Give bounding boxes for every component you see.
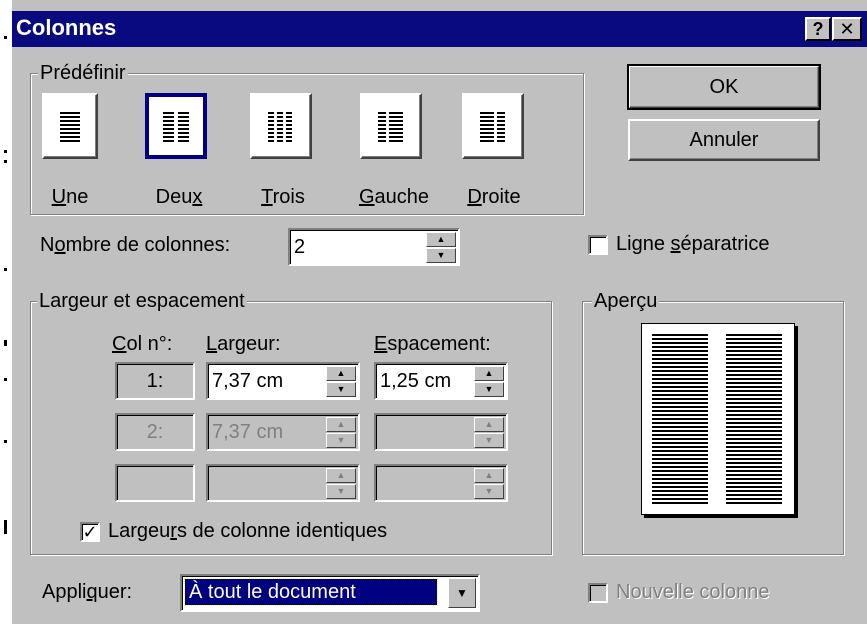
apply-label: Appliquer: [42, 581, 133, 603]
apply-select-value: À tout le document [184, 578, 438, 606]
checkmark-icon: ✓ [82, 522, 98, 542]
spin-down-icon[interactable]: ▼ [326, 484, 356, 499]
spin-down-icon[interactable]: ▼ [426, 248, 456, 263]
column-count-input[interactable]: 2 ▲ ▼ [288, 228, 460, 266]
width-spinner-3[interactable]: ▲ ▼ [326, 468, 356, 499]
width-input-2[interactable]: 7,37 cm ▲ ▼ [206, 413, 360, 451]
presets-group-label: Prédéfinir [38, 62, 128, 84]
preset-right-label: Droite [467, 186, 521, 208]
spacing-spinner-2[interactable]: ▲ ▼ [474, 417, 504, 448]
two-columns-icon [163, 112, 174, 144]
spin-up-icon[interactable]: ▲ [326, 417, 356, 432]
right-columns-icon [480, 112, 494, 144]
title-bar[interactable]: Colonnes ? ✕ [12, 11, 867, 47]
new-column-checkbox[interactable] [588, 583, 608, 603]
separator-line-checkbox[interactable] [588, 235, 608, 255]
spin-up-icon[interactable]: ▲ [474, 366, 504, 381]
spacing-input-3[interactable]: ▲ ▼ [374, 464, 508, 502]
column-count-label: Nombre de colonnes: [40, 234, 231, 256]
spin-down-icon[interactable]: ▼ [474, 433, 504, 448]
preview-column-left [652, 334, 708, 506]
spin-up-icon[interactable]: ▲ [326, 366, 356, 381]
column-count-spinner[interactable]: ▲ ▼ [426, 232, 456, 263]
width-input-3[interactable]: ▲ ▼ [206, 464, 360, 502]
preset-one-label: Une [51, 186, 89, 208]
one-column-icon [60, 112, 80, 144]
spin-up-icon[interactable]: ▲ [474, 417, 504, 432]
preset-one-column[interactable] [42, 93, 98, 159]
equal-widths-checkbox[interactable]: ✓ [80, 522, 100, 542]
ok-button[interactable]: OK [627, 64, 821, 110]
separator-line-label: Ligne séparatrice [616, 233, 770, 255]
preview-group-label: Aperçu [592, 290, 660, 312]
columns-dialog: Colonnes ? ✕ Prédéfinir Une Deux Trois G… [12, 0, 867, 624]
width-header: Largeur: [206, 333, 281, 355]
close-icon: ✕ [839, 19, 855, 39]
chevron-down-icon[interactable]: ▼ [448, 578, 476, 608]
preset-left[interactable] [360, 93, 422, 159]
width-input-1[interactable]: 7,37 cm ▲ ▼ [206, 362, 360, 400]
col-number-2: 2: [115, 413, 195, 451]
strip-mark [4, 36, 7, 39]
spin-down-icon[interactable]: ▼ [326, 382, 356, 397]
strip-mark [4, 440, 7, 443]
col-number-header: Col n°: [112, 333, 173, 355]
help-icon: ? [812, 19, 824, 39]
preset-left-label: Gauche [358, 186, 430, 208]
preview-column-right [726, 334, 782, 506]
spin-down-icon[interactable]: ▼ [326, 433, 356, 448]
preset-two-label: Deux [155, 186, 203, 208]
left-columns-icon [378, 112, 386, 144]
spin-down-icon[interactable]: ▼ [474, 484, 504, 499]
strip-mark [4, 520, 7, 534]
width-spinner-1[interactable]: ▲ ▼ [326, 366, 356, 397]
strip-mark [4, 268, 7, 271]
spacing-input-2[interactable]: ▲ ▼ [374, 413, 508, 451]
strip-mark [4, 340, 7, 346]
spin-down-icon[interactable]: ▼ [474, 382, 504, 397]
background-strip [0, 0, 12, 624]
help-button[interactable]: ? [805, 17, 831, 41]
width-spacing-group-label: Largeur et espacement [37, 290, 247, 312]
dialog-title: Colonnes [16, 15, 117, 40]
new-column-label: Nouvelle colonne [616, 581, 770, 603]
spacing-spinner-1[interactable]: ▲ ▼ [474, 366, 504, 397]
preset-three-columns[interactable] [250, 93, 312, 159]
strip-mark [4, 378, 7, 381]
spacing-input-1[interactable]: 1,25 cm ▲ ▼ [374, 362, 508, 400]
col-number-1: 1: [115, 362, 195, 400]
strip-mark [4, 150, 7, 153]
close-button[interactable]: ✕ [832, 17, 862, 41]
col-number-3 [115, 464, 195, 502]
preset-two-columns[interactable] [145, 93, 207, 159]
cancel-button[interactable]: Annuler [628, 119, 820, 161]
preset-three-label: Trois [261, 186, 305, 208]
spin-up-icon[interactable]: ▲ [326, 468, 356, 483]
preset-right[interactable] [462, 93, 524, 159]
preview-page [641, 323, 795, 515]
spacing-header: Espacement: [374, 333, 491, 355]
spin-up-icon[interactable]: ▲ [426, 232, 456, 247]
apply-select[interactable]: À tout le document ▼ [180, 574, 480, 612]
equal-widths-label: Largeurs de colonne identiques [108, 520, 388, 542]
width-spinner-2[interactable]: ▲ ▼ [326, 417, 356, 448]
spacing-spinner-3[interactable]: ▲ ▼ [474, 468, 504, 499]
strip-mark [4, 160, 7, 163]
spin-up-icon[interactable]: ▲ [474, 468, 504, 483]
three-columns-icon [268, 112, 274, 144]
